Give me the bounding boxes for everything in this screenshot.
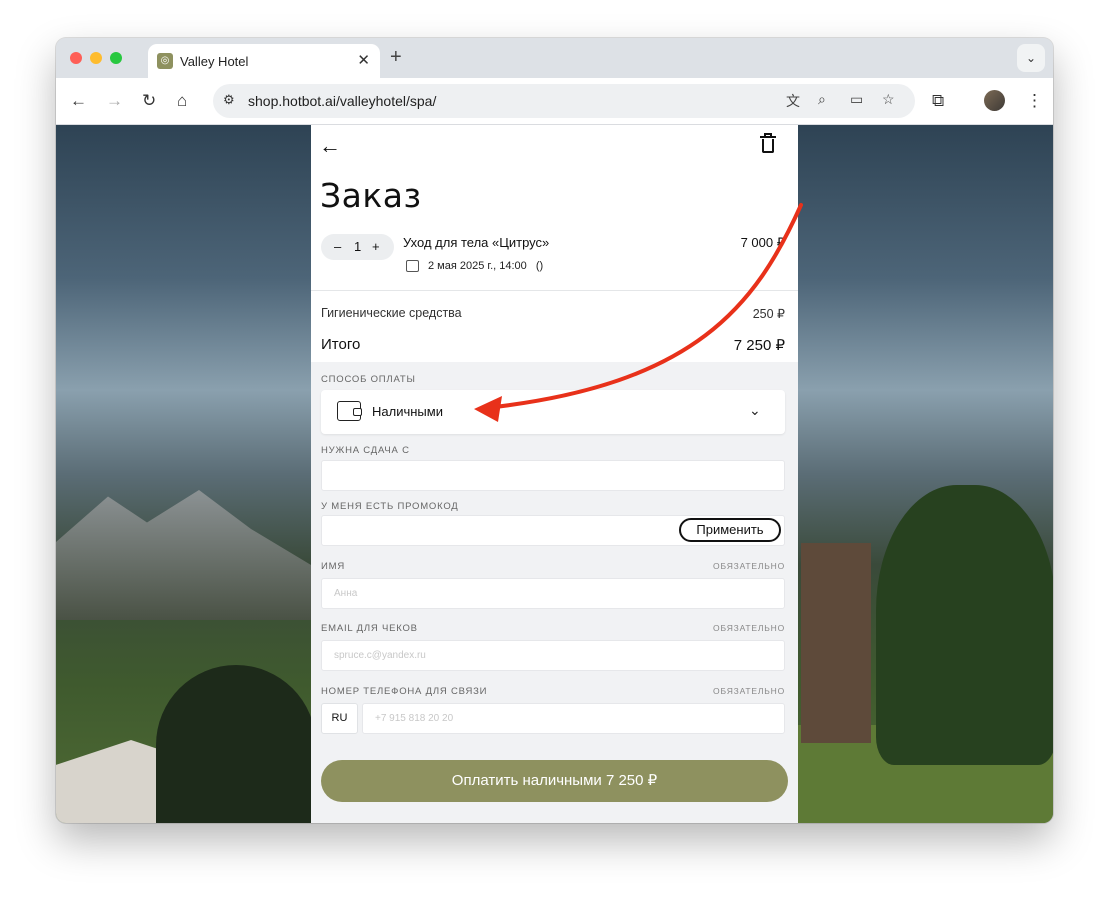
card-icon[interactable]: ▭ [850,91,863,108]
url-text[interactable]: shop.hotbot.ai/valleyhotel/spa/ [248,93,436,109]
payment-method-label: СПОСОБ ОПЛАТЫ [321,374,416,385]
wallet-icon [337,401,362,421]
phone-input[interactable]: +7 915 818 20 20 [362,703,785,734]
item-price: 7 000 ₽ [740,235,785,250]
payment-method-value: Наличными [372,404,443,419]
quantity-stepper: – 1 + [321,234,394,260]
background-tree [876,485,1053,765]
bookmark-star-icon[interactable]: ☆ [882,91,895,108]
order-panel: ← Заказ – 1 + Уход для тела «Цитрус» 7 0… [311,125,798,823]
change-input[interactable] [321,460,785,491]
minimize-window-button[interactable] [90,52,102,64]
calendar-icon [406,260,419,272]
name-required-label: ОБЯЗАТЕЛЬНО [713,561,785,571]
total-label: Итого [321,336,361,353]
decrease-button[interactable]: – [334,239,341,254]
order-summary: ← Заказ – 1 + Уход для тела «Цитрус» 7 0… [311,125,798,362]
phone-country-select[interactable]: RU [321,703,358,734]
promo-label: У МЕНЯ ЕСТЬ ПРОМОКОД [321,501,459,512]
extensions-icon[interactable]: ⧉ [932,90,944,112]
apply-promo-button[interactable]: Применить [679,518,781,542]
item-name: Уход для тела «Цитрус» [403,235,550,250]
email-required-label: ОБЯЗАТЕЛЬНО [713,623,785,633]
total-value: 7 250 ₽ [733,337,785,354]
chevron-down-icon: ⌄ [749,402,761,418]
name-label: ИМЯ [321,561,346,572]
phone-label: НОМЕР ТЕЛЕФОНА ДЛЯ СВЯЗИ [321,686,488,697]
background-trees [156,665,316,823]
change-label: НУЖНА СДАЧА С [321,445,410,456]
back-button[interactable]: ← [70,90,87,112]
tab-close-icon[interactable]: ✕ [357,51,370,69]
hygiene-label: Гигиенические средства [321,306,462,320]
home-button[interactable]: ⌂ [177,90,187,112]
phone-required-label: ОБЯЗАТЕЛЬНО [713,686,785,696]
browser-window: ◎ Valley Hotel ✕ + ⌄ ← → ↻ ⌂ ⚙ shop.hotb… [56,38,1053,823]
background-mountain [56,490,316,620]
browser-toolbar: ← → ↻ ⌂ ⚙ shop.hotbot.ai/valleyhotel/spa… [56,78,1053,125]
item-date-text: 2 мая 2025 г., 14:00 [428,260,527,272]
name-input[interactable]: Анна [321,578,785,609]
site-settings-icon[interactable]: ⚙ [223,92,235,108]
item-date-suffix: () [535,260,544,272]
tab-search-button[interactable]: ⌄ [1017,44,1045,72]
hygiene-price: 250 ₽ [752,307,785,321]
email-label: EMAIL ДЛЯ ЧЕКОВ [321,623,418,634]
profile-avatar[interactable] [984,90,1005,111]
tab-valley-hotel[interactable]: ◎ Valley Hotel ✕ [148,44,380,78]
forward-button[interactable]: → [106,90,123,112]
tab-title: Valley Hotel [180,54,249,69]
increase-button[interactable]: + [372,239,380,254]
pay-button[interactable]: Оплатить наличными 7 250 ₽ [321,760,788,802]
browser-menu-icon[interactable]: ⋮ [1026,90,1043,112]
address-bar[interactable]: ⚙ shop.hotbot.ai/valleyhotel/spa/ 文 ⌕ ▭ … [213,84,915,118]
divider [311,290,798,291]
back-arrow-icon[interactable]: ← [319,133,341,159]
hotel-favicon-icon: ◎ [157,53,173,69]
zoom-window-button[interactable] [110,52,122,64]
new-tab-button[interactable]: + [390,46,402,69]
zoom-icon[interactable]: ⌕ [818,91,826,108]
translate-icon[interactable]: 文 [786,91,800,111]
email-input[interactable]: spruce.c@yandex.ru [321,640,785,671]
reload-button[interactable]: ↻ [142,90,156,112]
close-window-button[interactable] [70,52,82,64]
quantity-value: 1 [354,239,362,254]
trash-icon[interactable] [758,132,778,156]
page-viewport: ← Заказ – 1 + Уход для тела «Цитрус» 7 0… [56,125,1053,823]
item-date: 2 мая 2025 г., 14:00 () [428,260,543,272]
tab-bar: ◎ Valley Hotel ✕ + ⌄ [56,38,1053,78]
page-title: Заказ [320,176,422,215]
background-hotel-building [801,543,871,743]
payment-method-select[interactable]: Наличными ⌄ [321,390,785,434]
